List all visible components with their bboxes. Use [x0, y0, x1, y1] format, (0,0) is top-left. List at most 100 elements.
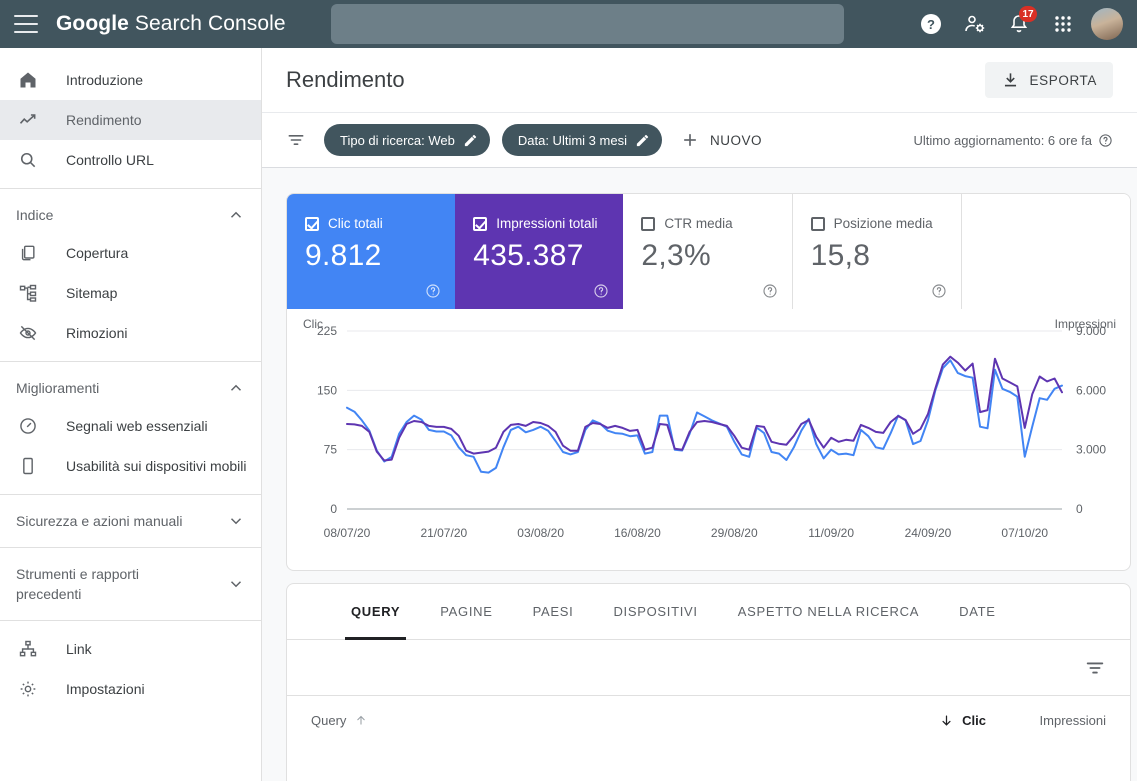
- tab-date[interactable]: DATE: [939, 584, 1016, 640]
- help-outline-icon[interactable]: [425, 283, 441, 299]
- metric-value: 435.387: [473, 239, 584, 272]
- brand-rest: Search Console: [128, 12, 286, 35]
- sidebar-group-label: Miglioramenti: [16, 380, 100, 396]
- table-filter-row: [287, 640, 1130, 696]
- help-outline-icon[interactable]: [762, 283, 778, 299]
- sidebar-group-label: Sicurezza e azioni manuali: [16, 513, 183, 529]
- sidebar-label: Rendimento: [66, 112, 142, 128]
- sidebar-item-controllo-url[interactable]: Controllo URL: [0, 140, 261, 180]
- sidebar-label: Link: [66, 641, 92, 657]
- svg-text:0: 0: [1076, 502, 1083, 516]
- avatar-image: [1091, 8, 1123, 40]
- svg-text:0: 0: [330, 502, 337, 516]
- gear-icon: [16, 679, 40, 699]
- chip-data[interactable]: Data: Ultimi 3 mesi: [501, 124, 662, 156]
- arrow-down-icon: [939, 713, 954, 728]
- tab-paesi[interactable]: PAESI: [513, 584, 594, 640]
- metric-card-impressioni-totali[interactable]: Impressioni totali 435.387: [455, 194, 624, 309]
- sidebar-item-rendimento[interactable]: Rendimento: [0, 100, 261, 140]
- metric-label: Posizione media: [833, 216, 933, 231]
- metric-label: CTR media: [664, 216, 733, 231]
- tab-aspetto-nella-ricerca[interactable]: ASPETTO NELLA RICERCA: [718, 584, 939, 640]
- search-input[interactable]: [331, 4, 844, 44]
- page-header: Rendimento ESPORTA: [262, 48, 1137, 112]
- chart-y-axis-title: Clic: [303, 317, 323, 331]
- chip-tipo-di-ricerca[interactable]: Tipo di ricerca: Web: [324, 124, 490, 156]
- metric-checkbox[interactable]: [810, 216, 825, 231]
- app-bar: Google Search Console ? 17: [0, 0, 1137, 48]
- tab-query[interactable]: QUERY: [331, 584, 420, 640]
- home-icon: [16, 70, 40, 90]
- svg-text:21/07/20: 21/07/20: [420, 526, 467, 540]
- search-icon: [16, 150, 40, 170]
- help-outline-icon[interactable]: [931, 283, 947, 299]
- svg-text:29/08/20: 29/08/20: [711, 526, 758, 540]
- column-header-impressioni[interactable]: Impressioni: [986, 713, 1106, 728]
- filter-icon[interactable]: [286, 130, 306, 150]
- sitemap-icon: [16, 283, 40, 303]
- sidebar-group-strumenti-rapporti-precedenti[interactable]: Strumenti e rapporti precedenti: [0, 556, 261, 612]
- help-outline-icon[interactable]: [593, 283, 609, 299]
- sidebar-item-segnali-web-essenziali[interactable]: Segnali web essenziali: [0, 406, 261, 446]
- arrow-up-icon: [354, 713, 368, 727]
- sidebar: Introduzione Rendimento Controllo URL In…: [0, 48, 262, 781]
- column-label: Clic: [962, 712, 986, 728]
- table-header: Query Clic Impressioni: [287, 696, 1130, 744]
- sidebar-item-copertura[interactable]: Copertura: [0, 233, 261, 273]
- sidebar-top-spacer: [0, 48, 261, 60]
- sidebar-item-sitemap[interactable]: Sitemap: [0, 273, 261, 313]
- metric-card-posizione-media[interactable]: Posizione media 15,8: [793, 194, 962, 309]
- notifications-icon[interactable]: 17: [999, 4, 1039, 44]
- app-bar-icons: ? 17: [911, 0, 1127, 48]
- apps-grid-icon[interactable]: [1043, 4, 1083, 44]
- new-filter-button[interactable]: NUOVO: [680, 130, 762, 150]
- trending-up-icon: [16, 110, 40, 130]
- eye-off-icon: [16, 323, 40, 343]
- sidebar-item-link[interactable]: Link: [0, 629, 261, 669]
- sidebar-item-introduzione[interactable]: Introduzione: [0, 60, 261, 100]
- sidebar-item-usabilita-dispositivi-mobili[interactable]: Usabilità sui dispositivi mobili: [0, 446, 261, 486]
- metric-checkbox[interactable]: [641, 216, 656, 231]
- svg-text:07/10/20: 07/10/20: [1001, 526, 1048, 540]
- export-button[interactable]: ESPORTA: [984, 62, 1113, 98]
- last-update-text: Ultimo aggiornamento: 6 ore fa: [913, 132, 1092, 148]
- svg-text:11/09/20: 11/09/20: [808, 526, 854, 540]
- sidebar-divider: [0, 188, 261, 189]
- dimension-tabs-panel: QUERY PAGINE PAESI DISPOSITIVI ASPETTO NELLA…: [286, 583, 1131, 781]
- brand-google: Google: [56, 12, 129, 35]
- metric-card-clic-totali[interactable]: Clic totali 9.812: [287, 194, 456, 309]
- hamburger-icon[interactable]: [14, 15, 38, 33]
- sidebar-item-impostazioni[interactable]: Impostazioni: [0, 669, 261, 709]
- sidebar-group-miglioramenti[interactable]: Miglioramenti: [0, 370, 261, 406]
- sidebar-label: Sitemap: [66, 285, 118, 301]
- user-settings-icon[interactable]: [955, 4, 995, 44]
- help-icon[interactable]: ?: [911, 4, 951, 44]
- avatar[interactable]: [1087, 4, 1127, 44]
- column-header-clic[interactable]: Clic: [856, 713, 986, 728]
- main-content: Rendimento ESPORTA Tipo di ricerca: Web …: [262, 48, 1137, 781]
- metric-card-ctr-media[interactable]: CTR media 2,3%: [623, 194, 793, 309]
- column-header-query[interactable]: Query: [311, 713, 856, 728]
- speedometer-icon: [16, 416, 40, 436]
- metric-checkbox[interactable]: [473, 216, 488, 231]
- chevron-down-icon: [227, 575, 245, 593]
- sidebar-label: Copertura: [66, 245, 129, 261]
- brand-logo: Google Search Console: [56, 12, 286, 36]
- metrics-row: Clic totali 9.812 Impressioni totali 435…: [287, 194, 1130, 309]
- tab-label: QUERY: [351, 604, 401, 619]
- help-outline-icon[interactable]: [1098, 133, 1113, 148]
- sidebar-divider: [0, 547, 261, 548]
- metric-checkbox[interactable]: [305, 216, 319, 231]
- pages-icon: [16, 243, 40, 263]
- tab-pagine[interactable]: PAGINE: [420, 584, 512, 640]
- sidebar-group-indice[interactable]: Indice: [0, 197, 261, 233]
- performance-card: Clic totali 9.812 Impressioni totali 435…: [286, 193, 1131, 571]
- sidebar-item-rimozioni[interactable]: Rimozioni: [0, 313, 261, 353]
- column-label: Query: [311, 712, 347, 728]
- chevron-down-icon: [227, 512, 245, 530]
- sidebar-label: Introduzione: [66, 72, 144, 88]
- tab-dispositivi[interactable]: DISPOSITIVI: [593, 584, 717, 640]
- metric-label: Impressioni totali: [496, 216, 598, 231]
- filter-list-icon[interactable]: [1084, 657, 1106, 679]
- sidebar-group-sicurezza-azioni-manuali[interactable]: Sicurezza e azioni manuali: [0, 503, 261, 539]
